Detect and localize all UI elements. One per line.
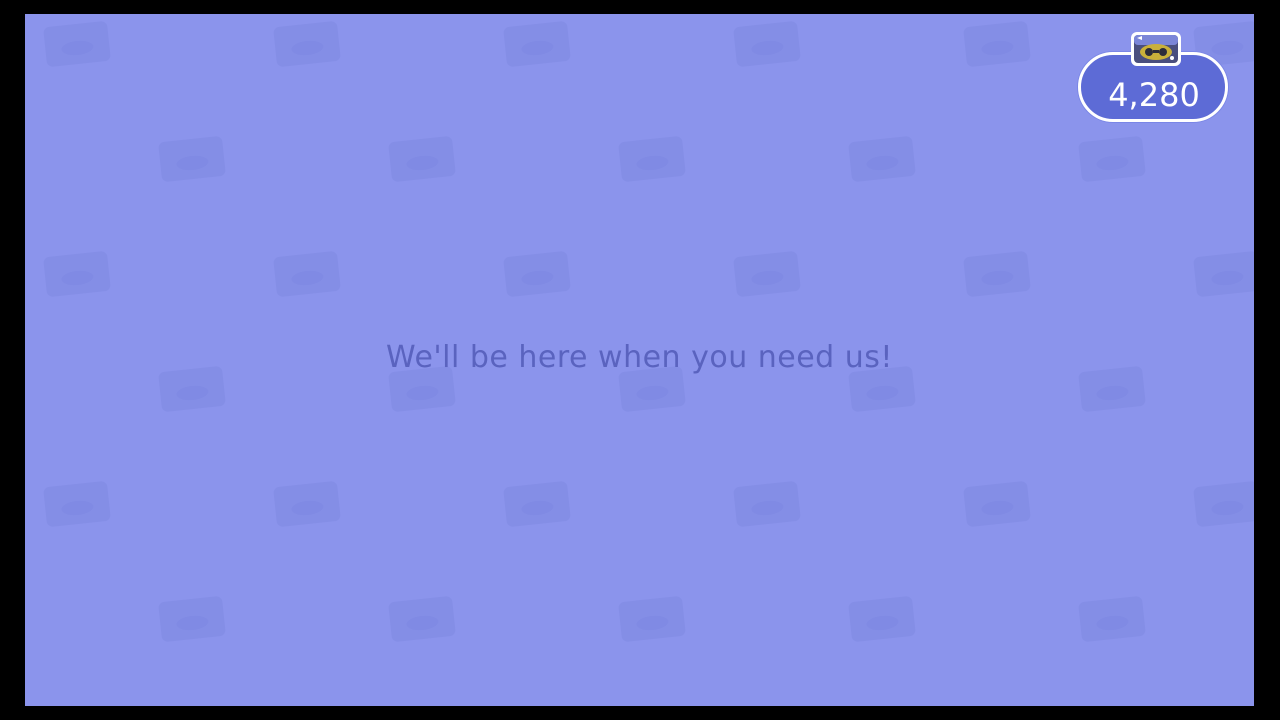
miles-ticket-icon bbox=[1131, 32, 1181, 66]
pattern-ticket bbox=[848, 596, 916, 642]
pattern-ticket bbox=[43, 251, 111, 297]
game-frame: We'll be here when you need us! 4,280 bbox=[0, 0, 1280, 720]
pattern-ticket bbox=[43, 21, 111, 67]
pattern-ticket bbox=[618, 596, 686, 642]
pattern-ticket bbox=[503, 21, 571, 67]
pattern-ticket bbox=[1193, 481, 1254, 527]
pattern-ticket bbox=[733, 481, 801, 527]
pattern-ticket bbox=[388, 136, 456, 182]
pattern-ticket bbox=[963, 21, 1031, 67]
pattern-ticket bbox=[733, 251, 801, 297]
game-screen: We'll be here when you need us! 4,280 bbox=[25, 14, 1254, 706]
pattern-ticket bbox=[963, 481, 1031, 527]
pattern-ticket bbox=[1193, 251, 1254, 297]
status-message: We'll be here when you need us! bbox=[386, 340, 893, 375]
pattern-ticket bbox=[733, 21, 801, 67]
pattern-ticket bbox=[273, 21, 341, 67]
pattern-ticket bbox=[503, 481, 571, 527]
pattern-ticket bbox=[273, 251, 341, 297]
pattern-ticket bbox=[1078, 596, 1146, 642]
pattern-ticket bbox=[43, 481, 111, 527]
pattern-ticket bbox=[503, 251, 571, 297]
pattern-ticket bbox=[618, 136, 686, 182]
pattern-ticket bbox=[158, 136, 226, 182]
pattern-ticket bbox=[963, 251, 1031, 297]
pattern-ticket bbox=[273, 481, 341, 527]
pattern-ticket bbox=[388, 596, 456, 642]
currency-counter: 4,280 bbox=[1078, 26, 1234, 130]
currency-value: 4,280 bbox=[1108, 76, 1200, 114]
pattern-ticket bbox=[158, 596, 226, 642]
pattern-ticket bbox=[848, 136, 916, 182]
pattern-ticket bbox=[1078, 136, 1146, 182]
